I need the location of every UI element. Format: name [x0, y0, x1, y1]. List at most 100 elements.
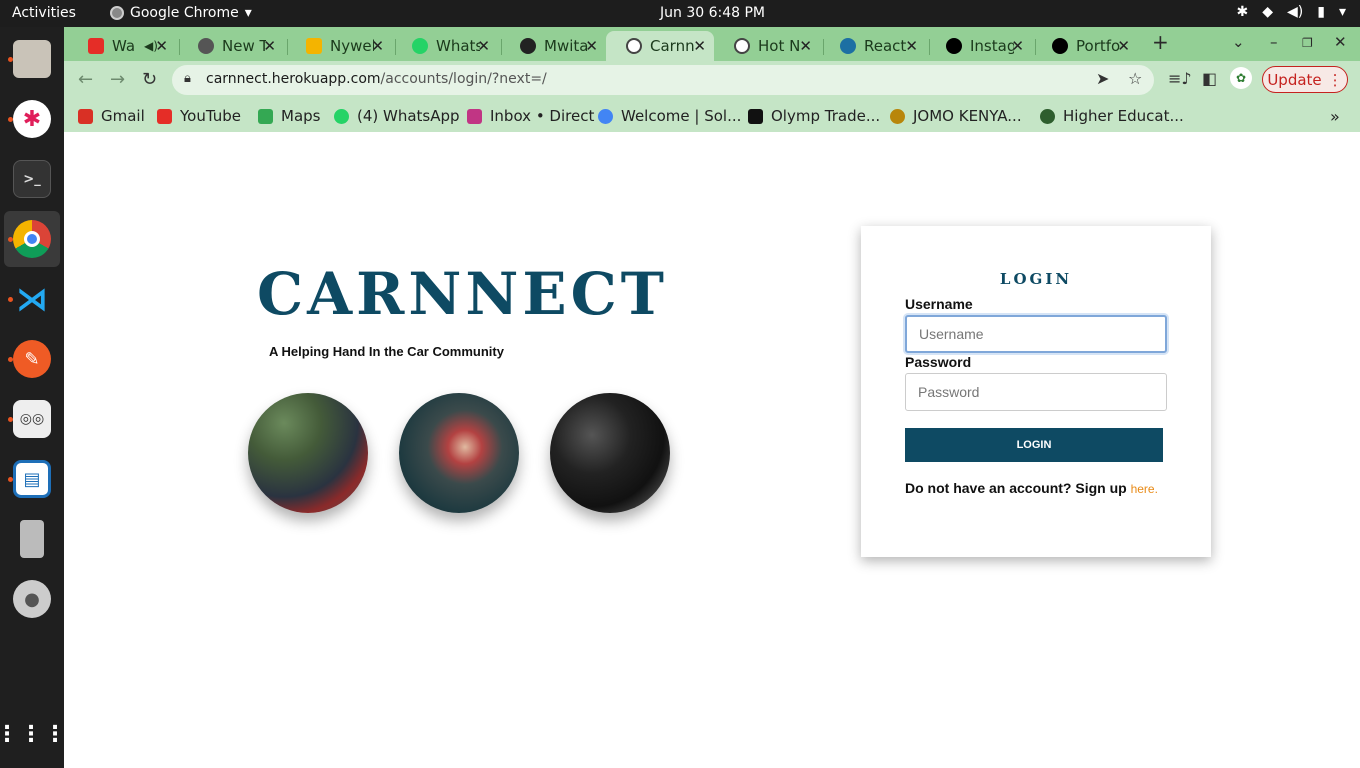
tab-4[interactable]: Mwita ✕	[500, 31, 606, 61]
signup-prompt: Do not have an account? Sign up here.	[905, 480, 1158, 496]
toolbar: ← → ↻ 🔒︎ carnnect.herokuapp.com/accounts…	[64, 61, 1360, 99]
tab-2[interactable]: Nywel ✕	[286, 31, 392, 61]
app-grid-icon: ⋮⋮⋮	[0, 722, 68, 747]
youtube-icon	[157, 108, 172, 124]
bookmark-label: JOMO KENYA...	[913, 107, 1022, 125]
close-icon[interactable]: ✕	[1011, 37, 1024, 55]
bookmark-solana[interactable]: Welcome | Sol...	[598, 107, 741, 125]
tab-7[interactable]: React ✕	[820, 31, 926, 61]
password-input[interactable]	[905, 373, 1167, 411]
forward-button[interactable]: →	[110, 69, 125, 90]
bookmark-jomo-kenyatta[interactable]: JOMO KENYA...	[890, 107, 1022, 125]
bookmark-whatsapp[interactable]: (4) WhatsApp	[334, 107, 460, 125]
tab-3[interactable]: Whats ✕	[392, 31, 498, 61]
whatsapp-icon	[412, 38, 428, 54]
login-button[interactable]: LOGIN	[905, 428, 1163, 462]
tab-label: Instag	[970, 37, 1014, 55]
system-tray[interactable]: ✱ ◆ ◀) ▮ ▾	[1237, 4, 1347, 20]
tagline: A Helping Hand In the Car Community	[269, 344, 504, 359]
dock-terminal[interactable]: >_	[4, 151, 60, 207]
bookmark-label: YouTube	[180, 107, 241, 125]
bookmark-gmail[interactable]: Gmail	[78, 107, 145, 125]
chevron-down-icon: ▾	[244, 5, 252, 21]
slack-icon: ✱	[13, 100, 51, 138]
reload-button[interactable]: ↻	[142, 69, 157, 90]
close-icon[interactable]: ✕	[1117, 37, 1130, 55]
slack-tray-icon[interactable]: ✱	[1237, 4, 1249, 20]
bookmark-label: (4) WhatsApp	[357, 107, 460, 125]
show-apps-button[interactable]: ⋮⋮⋮	[0, 707, 68, 763]
tab-search-icon[interactable]: ⌄	[1232, 33, 1245, 51]
dock-postman[interactable]: ✎	[4, 331, 60, 387]
close-icon[interactable]: ✕	[585, 37, 598, 55]
media-control-icon[interactable]: ≡♪	[1168, 69, 1192, 88]
profile-avatar[interactable]: ✿	[1230, 67, 1252, 89]
github-icon	[520, 38, 536, 54]
tab-0[interactable]: Wa ◀) ✕	[68, 31, 176, 61]
vercel-icon	[1052, 38, 1068, 54]
close-icon[interactable]: ✕	[263, 37, 276, 55]
dock-document-viewer[interactable]: ◎◎	[4, 391, 60, 447]
username-input[interactable]	[905, 315, 1167, 353]
tab-5-active[interactable]: Carnn ✕	[606, 31, 714, 61]
tab-6[interactable]: Hot N ✕	[714, 31, 820, 61]
minimize-button[interactable]: –	[1270, 33, 1278, 51]
close-icon[interactable]: ✕	[799, 37, 812, 55]
username-label: Username	[905, 296, 973, 312]
tab-label: Portfo	[1076, 37, 1120, 55]
tab-9[interactable]: Portfo ✕	[1032, 31, 1138, 61]
close-icon[interactable]: ✕	[371, 37, 384, 55]
dock-slack[interactable]: ✱	[4, 91, 60, 147]
device-icon	[20, 520, 44, 558]
dock-libreoffice-impress[interactable]: ▤	[4, 451, 60, 507]
lock-icon[interactable]: 🔒︎	[184, 71, 191, 86]
tab-1[interactable]: New T ✕	[178, 31, 284, 61]
close-icon[interactable]: ✕	[693, 37, 706, 55]
close-window-button[interactable]: ✕	[1334, 33, 1347, 51]
url-path: /accounts/login/?next=/	[380, 71, 547, 87]
update-button[interactable]: Update ⋮	[1262, 66, 1348, 93]
bookmark-youtube[interactable]: YouTube	[157, 107, 241, 125]
close-icon[interactable]: ✕	[155, 37, 168, 55]
login-title: LOGIN	[999, 270, 1073, 288]
new-tab-button[interactable]: +	[1152, 30, 1169, 54]
running-indicator	[8, 297, 13, 302]
bookmark-star-icon[interactable]: ☆	[1128, 69, 1142, 88]
signup-link[interactable]: here.	[1131, 482, 1158, 496]
restore-button[interactable]: ❐	[1302, 36, 1313, 50]
bookmark-label: Inbox • Direct	[490, 107, 595, 125]
running-indicator	[8, 357, 13, 362]
close-icon[interactable]: ✕	[905, 37, 918, 55]
dock-device[interactable]	[4, 511, 60, 567]
running-indicator	[8, 237, 13, 242]
side-panel-icon[interactable]: ◧	[1202, 69, 1217, 88]
whatsapp-icon	[334, 108, 349, 124]
send-tab-icon[interactable]: ➤	[1096, 69, 1109, 88]
dock-disc[interactable]: ●	[4, 571, 60, 627]
bookmark-olymp-trade[interactable]: Olymp Trade...	[748, 107, 880, 125]
bookmark-label: Higher Educat...	[1063, 107, 1184, 125]
dock-chrome[interactable]	[4, 211, 60, 267]
bookmark-label: Olymp Trade...	[771, 107, 881, 125]
bookmark-maps[interactable]: Maps	[258, 107, 320, 125]
bookmark-instagram[interactable]: Inbox • Direct	[467, 107, 594, 125]
car-interior-image	[550, 393, 670, 513]
close-icon[interactable]: ✕	[477, 37, 490, 55]
battery-icon: ▮	[1317, 4, 1325, 20]
dock: ✱ >_ ⋊ ✎ ◎◎ ▤ ● ⋮⋮⋮	[0, 27, 68, 768]
bookmark-label: Gmail	[101, 107, 145, 125]
tab-8[interactable]: Instag ✕	[926, 31, 1032, 61]
running-indicator	[8, 417, 13, 422]
back-button[interactable]: ←	[78, 69, 93, 90]
vercel-icon	[946, 38, 962, 54]
dock-files[interactable]	[4, 31, 60, 87]
app-menu[interactable]: Google Chrome ▾	[110, 5, 252, 21]
activities-button[interactable]: Activities	[12, 5, 76, 21]
power-menu-icon[interactable]: ▾	[1339, 4, 1346, 20]
bookmarks-overflow-icon[interactable]: »	[1330, 107, 1340, 126]
url-text[interactable]: carnnect.herokuapp.com/accounts/login/?n…	[206, 71, 547, 87]
bookmark-higher-education[interactable]: Higher Educat...	[1040, 107, 1184, 125]
address-bar[interactable]: 🔒︎ carnnect.herokuapp.com/accounts/login…	[172, 65, 1154, 95]
clock[interactable]: Jun 30 6:48 PM	[660, 5, 765, 21]
dock-vscode[interactable]: ⋊	[4, 271, 60, 327]
